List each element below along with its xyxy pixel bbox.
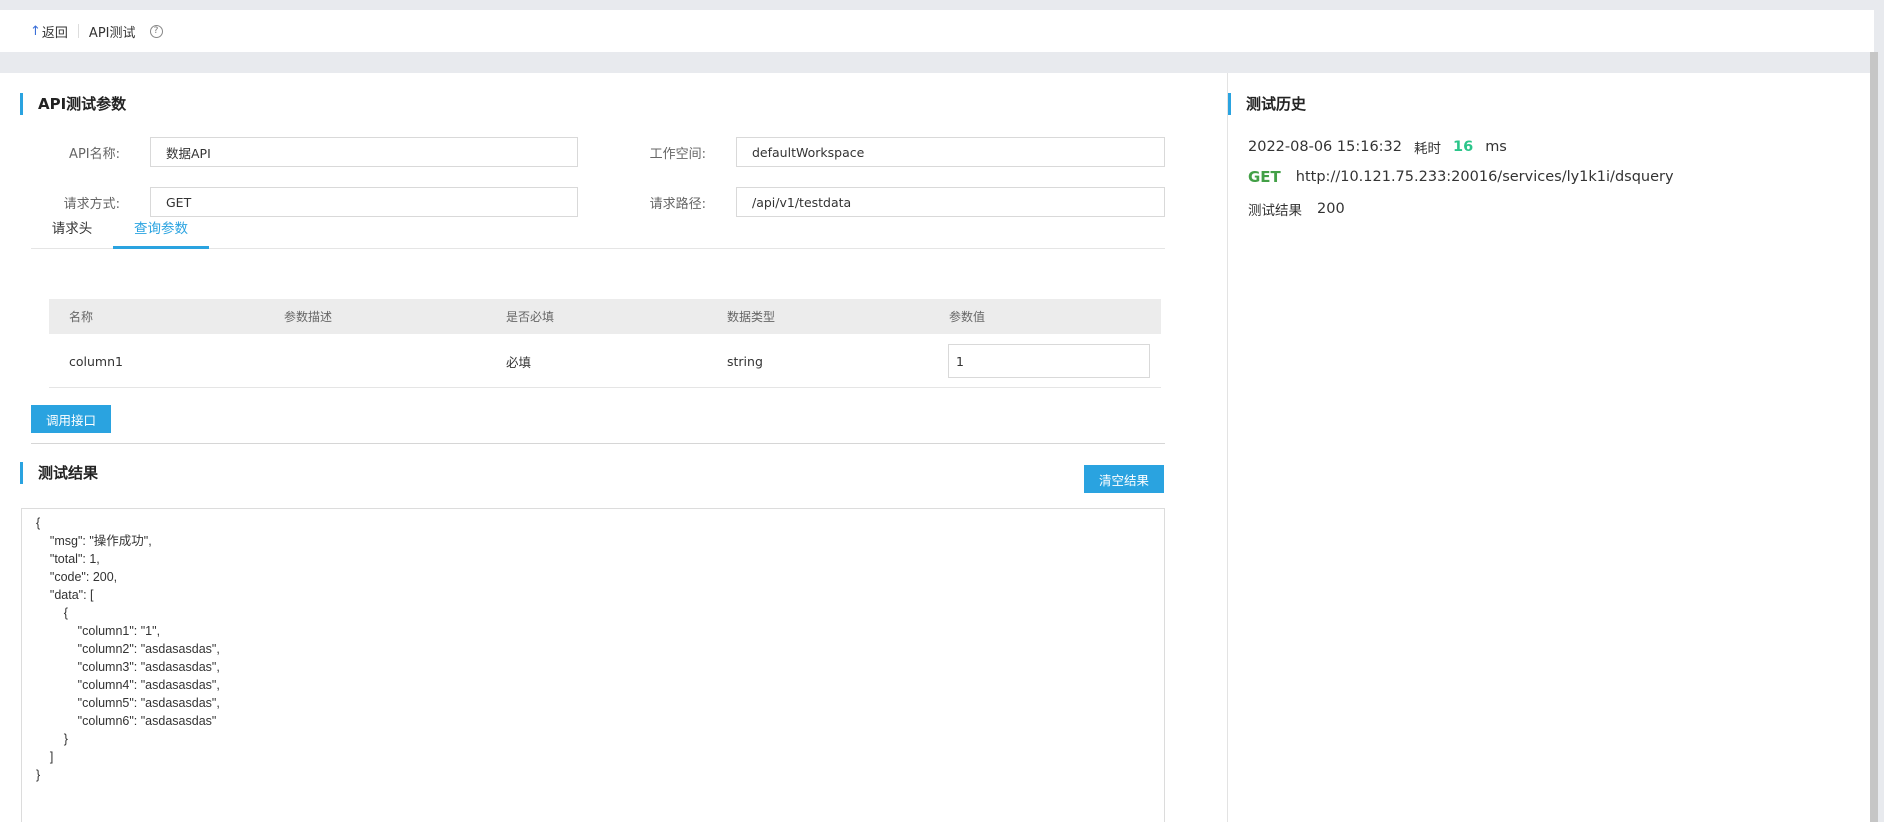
history-result-value: 200 [1317, 201, 1345, 217]
api-name-field[interactable]: 数据API [150, 137, 578, 167]
back-link[interactable]: ↑ 返回 [30, 22, 68, 41]
query-params-table: 名称 参数描述 是否必填 数据类型 参数值 column1 必填 string … [49, 299, 1161, 388]
history-time-line: 2022-08-06 15:16:32 耗时 16 ms [1248, 137, 1507, 157]
back-arrow-icon: ↑ [30, 23, 41, 39]
history-elapsed-unit: ms [1485, 139, 1507, 155]
result-section-title: 测试结果 [20, 462, 98, 484]
workspace-row: 工作空间: defaultWorkspace [600, 137, 1165, 167]
history-method: GET [1248, 168, 1281, 186]
column-header-value: 参数值 [949, 310, 986, 324]
help-icon[interactable]: ? [149, 24, 163, 38]
history-elapsed-label: 耗时 [1414, 141, 1441, 157]
api-name-label: API名称: [69, 146, 120, 162]
param-name-cell: column1 [69, 353, 123, 369]
back-label: 返回 [41, 25, 68, 41]
method-label: 请求方式: [63, 196, 120, 212]
page-title: API测试 [88, 25, 136, 41]
column-header-description: 参数描述 [284, 310, 333, 324]
history-timestamp: 2022-08-06 15:16:32 [1248, 139, 1402, 155]
history-request-line: GET http://10.121.75.233:20016/services/… [1248, 168, 1674, 186]
divider [77, 24, 79, 38]
top-bar: ↑ 返回 API测试 ? [0, 10, 1874, 52]
page-scrollbar[interactable] [1870, 52, 1878, 822]
history-panel: 测试历史 2022-08-06 15:16:32 耗时 16 ms GET ht… [1227, 73, 1867, 822]
history-result-line: 测试结果 200 [1248, 199, 1345, 219]
params-panel: API测试参数 API名称: 数据API 工作空间: defaultWorksp… [20, 73, 1165, 822]
param-value-input[interactable]: 1 [948, 344, 1150, 378]
table-row: column1 必填 string 1 [49, 334, 1161, 388]
param-tabs: 请求头 查询参数 [31, 215, 1165, 249]
history-url: http://10.121.75.233:20016/services/ly1k… [1295, 169, 1674, 185]
api-name-row: API名称: 数据API [20, 137, 578, 167]
history-section-title: 测试历史 [1228, 93, 1306, 115]
method-row: 请求方式: GET [20, 187, 578, 217]
path-field[interactable]: /api/v1/testdata [736, 187, 1165, 217]
table-header: 名称 参数描述 是否必填 数据类型 参数值 [49, 299, 1161, 334]
params-section-title: API测试参数 [20, 93, 126, 115]
result-output[interactable]: { "msg": "操作成功", "total": 1, "code": 200… [21, 508, 1165, 822]
main-content: API测试参数 API名称: 数据API 工作空间: defaultWorksp… [0, 73, 1870, 822]
param-required-cell: 必填 [506, 354, 532, 370]
column-header-required: 是否必填 [506, 310, 555, 324]
column-header-type: 数据类型 [727, 310, 776, 324]
history-elapsed-value: 16 [1453, 139, 1474, 155]
tab-query-params[interactable]: 查询参数 [113, 215, 209, 249]
method-field[interactable]: GET [150, 187, 578, 217]
param-type-cell: string [727, 353, 763, 369]
workspace-field[interactable]: defaultWorkspace [736, 137, 1165, 167]
clear-result-button[interactable]: 清空结果 [1084, 465, 1164, 493]
invoke-api-button[interactable]: 调用接口 [31, 405, 111, 433]
path-row: 请求路径: /api/v1/testdata [600, 187, 1165, 217]
history-result-label: 测试结果 [1248, 203, 1302, 219]
section-divider [31, 443, 1165, 444]
column-header-name: 名称 [69, 310, 94, 324]
tab-request-headers[interactable]: 请求头 [31, 215, 113, 249]
workspace-label: 工作空间: [649, 146, 706, 162]
path-label: 请求路径: [649, 196, 706, 212]
